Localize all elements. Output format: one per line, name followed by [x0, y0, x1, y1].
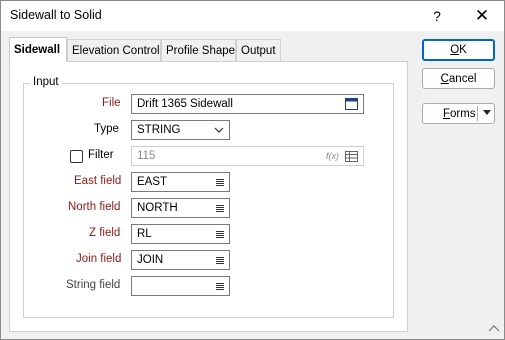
tab-label: Sidewall	[14, 44, 61, 56]
tab-label: Output	[241, 44, 276, 57]
join-field-input[interactable]: JOIN	[131, 250, 230, 270]
type-label: Type	[94, 123, 119, 135]
ok-label-rest: K	[459, 44, 467, 56]
z-field-label: Z field	[89, 227, 121, 239]
type-select[interactable]: STRING	[131, 120, 230, 140]
sidewall-panel: Input File Drift 1365 Sidewall Type STRI…	[9, 61, 408, 332]
ok-button[interactable]: OK	[422, 39, 495, 61]
string-field-input[interactable]	[131, 276, 230, 296]
east-field-input[interactable]: EAST	[131, 172, 230, 192]
file-browse-icon[interactable]	[345, 98, 358, 110]
filter-label: Filter	[88, 149, 114, 161]
join-field-value: JOIN	[137, 254, 164, 266]
filter-checkbox[interactable]	[70, 150, 83, 163]
list-icon[interactable]	[216, 204, 224, 212]
file-input[interactable]: Drift 1365 Sidewall	[131, 94, 364, 114]
forms-mnemonic: F	[443, 107, 451, 120]
north-field-label: North field	[68, 201, 121, 213]
tab-label: Profile Shape	[166, 44, 236, 57]
type-value: STRING	[137, 124, 181, 136]
filter-input[interactable]: 115 f(x)	[131, 146, 364, 166]
cancel-button[interactable]: Cancel	[422, 68, 495, 89]
tab-label: Elevation Control	[72, 44, 160, 57]
east-field-value: EAST	[137, 176, 168, 188]
east-field-label: East field	[74, 175, 122, 187]
list-icon[interactable]	[216, 230, 224, 238]
file-label: File	[102, 97, 121, 109]
title-bar: Sidewall to Solid ? ✕	[1, 1, 504, 31]
tab-output[interactable]: Output	[236, 39, 281, 61]
ok-mnemonic: O	[450, 44, 460, 56]
z-field-input[interactable]: RL	[131, 224, 230, 244]
input-group: Input File Drift 1365 Sidewall Type STRI…	[23, 76, 394, 318]
filter-value: 115	[137, 150, 156, 162]
north-field-value: NORTH	[137, 202, 178, 214]
list-icon[interactable]	[216, 282, 224, 290]
forms-split-divider	[477, 106, 478, 121]
list-icon[interactable]	[216, 178, 224, 186]
input-group-legend: Input	[30, 76, 62, 88]
tab-sidewall[interactable]: Sidewall	[9, 37, 67, 62]
join-field-label: Join field	[76, 253, 122, 265]
grid-icon[interactable]	[345, 150, 358, 162]
forms-label-rest: orms	[450, 107, 476, 120]
close-button[interactable]: ✕	[464, 1, 500, 31]
forms-button[interactable]: Forms	[422, 103, 495, 124]
cancel-label-rest: ancel	[448, 72, 477, 85]
chevron-down-icon	[214, 127, 224, 133]
string-field-label: String field	[66, 279, 121, 291]
help-button[interactable]: ?	[419, 1, 455, 31]
list-icon[interactable]	[216, 256, 224, 264]
fx-icon[interactable]: f(x)	[326, 151, 339, 161]
tab-elevation-control[interactable]: Elevation Control	[67, 39, 161, 61]
north-field-input[interactable]: NORTH	[131, 198, 230, 218]
cancel-mnemonic: C	[440, 72, 449, 85]
window-title: Sidewall to Solid	[10, 8, 102, 22]
dropdown-arrow-icon[interactable]	[483, 110, 491, 115]
dialog-window: Sidewall to Solid ? ✕ Sidewall Elevation…	[0, 0, 505, 340]
file-value: Drift 1365 Sidewall	[137, 98, 233, 110]
tab-profile-shape[interactable]: Profile Shape	[161, 39, 236, 61]
z-field-value: RL	[137, 228, 152, 240]
chevron-up-icon[interactable]	[488, 323, 500, 335]
